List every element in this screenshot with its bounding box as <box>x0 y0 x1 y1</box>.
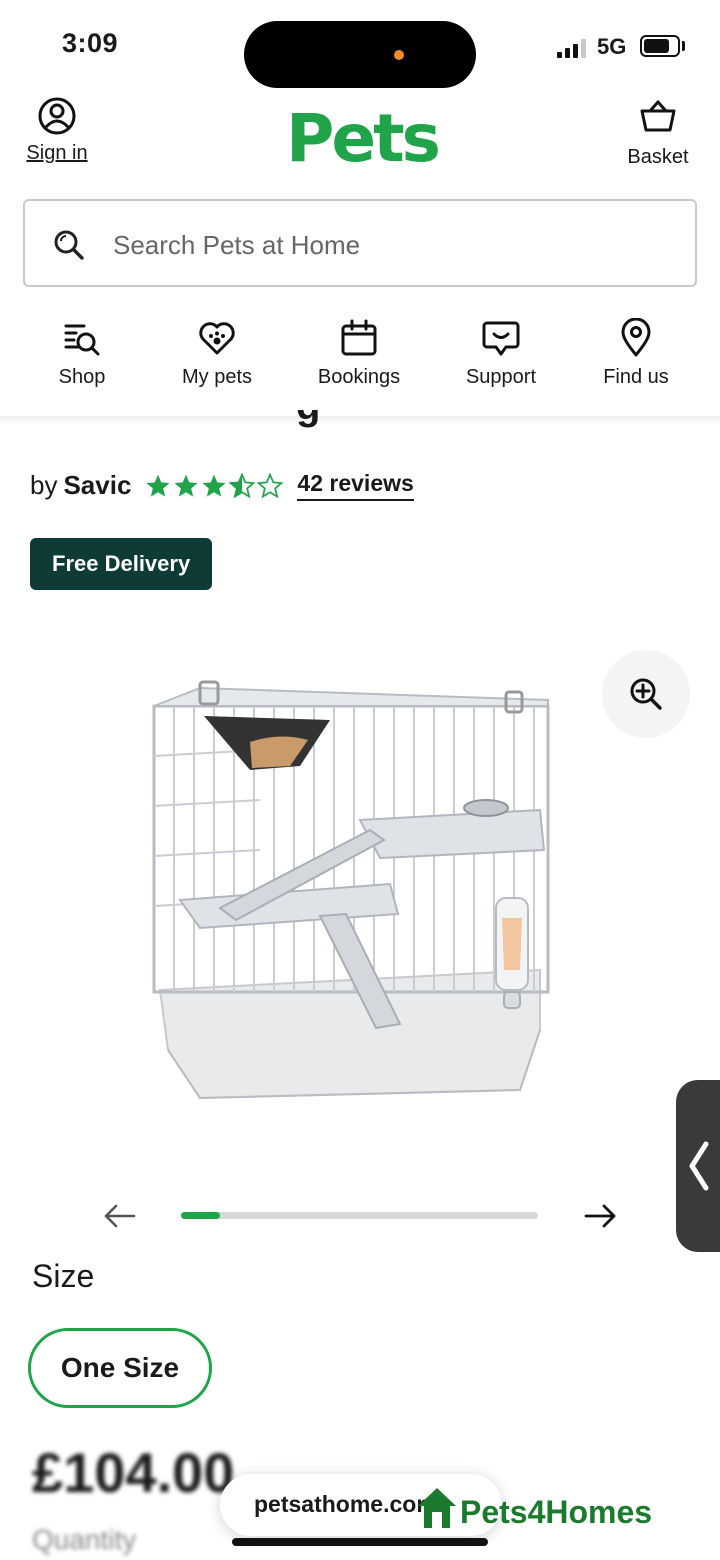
battery-icon <box>640 35 680 57</box>
search-input[interactable] <box>113 223 673 267</box>
home-indicator <box>232 1538 488 1546</box>
watermark-text: Pets4Homes <box>460 1494 653 1530</box>
zoom-button[interactable] <box>602 650 690 738</box>
sign-in-label[interactable]: Sign in <box>22 142 92 165</box>
sign-in-link[interactable]: Sign in <box>22 96 92 165</box>
pets-logo[interactable]: Pets <box>286 102 441 176</box>
star-empty-icon <box>257 472 284 498</box>
search-icon <box>54 230 84 260</box>
nav-label-find-us: Find us <box>603 366 669 388</box>
carousel-next-arrow-icon[interactable] <box>580 1198 620 1234</box>
nav-item-bookings[interactable]: Bookings <box>312 318 406 389</box>
size-label: Size <box>32 1258 95 1294</box>
nav-item-shop[interactable]: Shop <box>52 318 112 389</box>
nav-item-find-us[interactable]: Find us <box>598 318 674 389</box>
dynamic-island <box>244 21 476 88</box>
nav-item-support[interactable]: Support <box>460 318 542 389</box>
product-image-cage[interactable] <box>140 670 560 1110</box>
basket-button[interactable]: Basket <box>620 98 696 169</box>
chevron-left-icon <box>689 1141 709 1191</box>
product-price: £104.00 <box>32 1441 235 1504</box>
free-delivery-badge: Free Delivery <box>30 538 213 590</box>
nav-label-support: Support <box>465 366 537 388</box>
chat-icon <box>482 321 520 356</box>
rating-stars <box>145 472 284 499</box>
status-time: 3:09 <box>62 28 119 58</box>
status-bar: 3:09 5G <box>0 0 720 92</box>
browser-url-text[interactable]: petsathome.com <box>254 1491 437 1518</box>
battery-cap <box>682 41 685 51</box>
nav-divider <box>0 416 720 424</box>
nav-label-bookings: Bookings <box>317 366 401 388</box>
house-logo-icon <box>418 1488 456 1528</box>
quick-nav: Shop My pets Bookings Support Find us <box>0 318 720 416</box>
account-icon <box>38 97 76 135</box>
nav-item-my-pets[interactable]: My pets <box>176 318 258 389</box>
product-title-fragment: g <box>296 410 324 428</box>
calendar-icon <box>341 319 377 356</box>
carousel-prev-arrow-icon[interactable] <box>100 1198 140 1234</box>
network-type: 5G <box>597 34 627 59</box>
by-prefix: by <box>30 470 58 500</box>
image-progress-track <box>181 1212 538 1219</box>
star-half-icon <box>229 472 256 498</box>
basket-icon <box>640 100 676 132</box>
image-progress-fill <box>181 1212 221 1219</box>
privacy-indicator-dot <box>394 50 404 60</box>
search-bar[interactable] <box>23 199 697 287</box>
nav-label-shop: Shop <box>58 366 106 388</box>
quantity-label: Quantity <box>32 1524 137 1555</box>
signal-strength-icon <box>557 38 586 58</box>
location-pin-icon <box>621 318 651 357</box>
basket-label: Basket <box>627 146 689 168</box>
star-full-icon <box>202 474 226 497</box>
reviews-link[interactable]: 42 reviews <box>297 470 414 501</box>
star-full-icon <box>174 474 198 497</box>
site-header: Sign in Pets Basket <box>0 92 720 202</box>
size-option-one-size[interactable]: One Size <box>28 1328 212 1408</box>
brand-name[interactable]: Savic <box>63 470 131 501</box>
side-drawer-tab[interactable] <box>676 1080 720 1252</box>
zoom-in-icon <box>630 678 662 710</box>
product-byline: by Savic 42 reviews <box>30 470 414 501</box>
pets4homes-watermark: Pets4Homes <box>416 1484 652 1530</box>
shop-search-icon <box>64 324 100 356</box>
heart-paw-icon <box>199 322 235 355</box>
nav-label-my-pets: My pets <box>181 366 253 388</box>
star-full-icon <box>146 474 170 497</box>
